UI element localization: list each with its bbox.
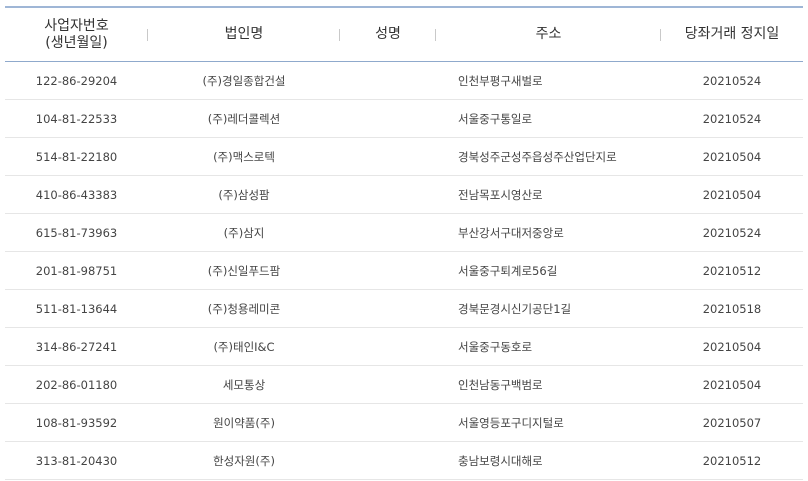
cell-stop-date: 20210518 — [661, 289, 803, 328]
cell-stop-date: 20210524 — [661, 99, 803, 138]
cell-biz-no: 514-81-22180 — [5, 137, 148, 176]
cell-person-name — [340, 289, 436, 328]
cell-corp-name: 원이약품(주) — [148, 403, 340, 442]
table-row: 314-86-27241 (주)태인I&C 서울중구동호로 20210504 — [5, 327, 803, 366]
cell-person-name — [340, 61, 436, 100]
table-header: 사업자번호 (생년월일) 법인명 성명 주소 당좌거래 정지일 — [5, 8, 803, 62]
cell-stop-date: 20210512 — [661, 251, 803, 290]
header-address-label: 주소 — [535, 26, 562, 42]
table-row: 410-86-43383 (주)삼성팜 전남목포시영산로 20210504 — [5, 175, 803, 214]
cell-stop-date: 20210512 — [661, 441, 803, 480]
header-stop-date-label: 당좌거래 정지일 — [684, 26, 780, 42]
cell-corp-name: (주)레더콜렉션 — [148, 99, 340, 138]
header-biz-no: 사업자번호 (생년월일) — [5, 8, 148, 62]
cell-person-name — [340, 251, 436, 290]
cell-corp-name: (주)태인I&C — [148, 327, 340, 366]
cell-biz-no: 313-81-20430 — [5, 441, 148, 480]
table-row: 202-86-01180 세모통상 인천남동구백범로 20210504 — [5, 365, 803, 404]
cell-corp-name: 한성자원(주) — [148, 441, 340, 480]
table-row: 615-81-73963 (주)삼지 부산강서구대저중앙로 20210524 — [5, 213, 803, 252]
cell-address: 경북성주군성주읍성주산업단지로 — [436, 137, 661, 176]
cell-person-name — [340, 137, 436, 176]
header-stop-date: 당좌거래 정지일 — [661, 8, 803, 62]
cell-biz-no: 108-81-93592 — [5, 403, 148, 442]
cell-address: 경북문경시신기공단1길 — [436, 289, 661, 328]
cell-corp-name: (주)경일종합건설 — [148, 61, 340, 100]
cell-person-name — [340, 403, 436, 442]
cell-person-name — [340, 99, 436, 138]
cell-biz-no: 410-86-43383 — [5, 175, 148, 214]
cell-stop-date: 20210504 — [661, 175, 803, 214]
cell-biz-no: 314-86-27241 — [5, 327, 148, 366]
cell-address: 부산강서구대저중앙로 — [436, 213, 661, 252]
cell-stop-date: 20210504 — [661, 365, 803, 404]
cell-address: 서울중구동호로 — [436, 327, 661, 366]
cell-corp-name: (주)청용레미콘 — [148, 289, 340, 328]
cell-person-name — [340, 175, 436, 214]
table-body: 122-86-29204 (주)경일종합건설 인천부평구새벌로 20210524… — [5, 61, 803, 480]
cell-corp-name: 세모통상 — [148, 365, 340, 404]
header-corp-name: 법인명 — [148, 8, 340, 62]
cell-stop-date: 20210504 — [661, 137, 803, 176]
cell-biz-no: 511-81-13644 — [5, 289, 148, 328]
table-row: 108-81-93592 원이약품(주) 서울영등포구디지털로 20210507 — [5, 403, 803, 442]
cell-address: 전남목포시영산로 — [436, 175, 661, 214]
table-row: 514-81-22180 (주)맥스로텍 경북성주군성주읍성주산업단지로 202… — [5, 137, 803, 176]
cell-stop-date: 20210504 — [661, 327, 803, 366]
dishonored-accounts-table-panel: 사업자번호 (생년월일) 법인명 성명 주소 당좌거래 정지일 122-86-2… — [0, 0, 808, 481]
cell-address: 서울중구통일로 — [436, 99, 661, 138]
table-row: 122-86-29204 (주)경일종합건설 인천부평구새벌로 20210524 — [5, 61, 803, 100]
cell-address: 서울영등포구디지털로 — [436, 403, 661, 442]
cell-person-name — [340, 365, 436, 404]
header-biz-no-line2: (생년월일) — [45, 34, 108, 51]
table-row: 201-81-98751 (주)신일푸드팜 서울중구퇴계로56길 2021051… — [5, 251, 803, 290]
cell-person-name — [340, 327, 436, 366]
cell-corp-name: (주)삼성팜 — [148, 175, 340, 214]
cell-person-name — [340, 441, 436, 480]
cell-address: 인천부평구새벌로 — [436, 61, 661, 100]
cell-address: 서울중구퇴계로56길 — [436, 251, 661, 290]
header-address: 주소 — [436, 8, 661, 62]
cell-stop-date: 20210507 — [661, 403, 803, 442]
cell-biz-no: 122-86-29204 — [5, 61, 148, 100]
table-row: 511-81-13644 (주)청용레미콘 경북문경시신기공단1길 202105… — [5, 289, 803, 328]
header-corp-name-label: 법인명 — [224, 26, 264, 42]
cell-biz-no: 202-86-01180 — [5, 365, 148, 404]
cell-stop-date: 20210524 — [661, 61, 803, 100]
dishonored-accounts-table: 사업자번호 (생년월일) 법인명 성명 주소 당좌거래 정지일 122-86-2… — [5, 8, 803, 480]
cell-address: 충남보령시대해로 — [436, 441, 661, 480]
cell-corp-name: (주)맥스로텍 — [148, 137, 340, 176]
header-person-name-label: 성명 — [375, 26, 401, 42]
header-biz-no-line1: 사업자번호 — [44, 17, 109, 34]
header-person-name: 성명 — [340, 8, 436, 62]
cell-corp-name: (주)삼지 — [148, 213, 340, 252]
cell-corp-name: (주)신일푸드팜 — [148, 251, 340, 290]
cell-person-name — [340, 213, 436, 252]
cell-biz-no: 104-81-22533 — [5, 99, 148, 138]
cell-biz-no: 201-81-98751 — [5, 251, 148, 290]
cell-biz-no: 615-81-73963 — [5, 213, 148, 252]
table-row: 104-81-22533 (주)레더콜렉션 서울중구통일로 20210524 — [5, 99, 803, 138]
cell-stop-date: 20210524 — [661, 213, 803, 252]
table-row: 313-81-20430 한성자원(주) 충남보령시대해로 20210512 — [5, 441, 803, 480]
cell-address: 인천남동구백범로 — [436, 365, 661, 404]
